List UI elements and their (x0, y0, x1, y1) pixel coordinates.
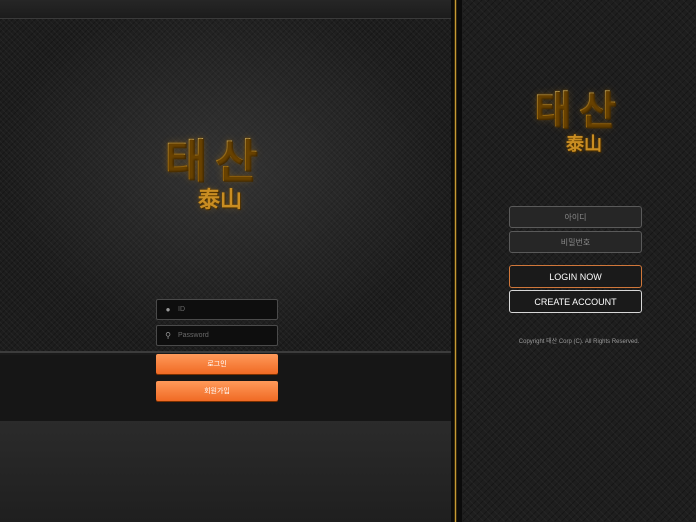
create-account-button[interactable]: CREATE ACCOUNT (509, 290, 642, 313)
password-field[interactable]: 비밀번호 (509, 231, 642, 253)
copyright-text: Copyright 태산 Corp (C). All Rights Reserv… (518, 339, 640, 345)
logo-hangul-right: 태산 (514, 88, 644, 134)
login-now-button[interactable]: LOGIN NOW (509, 265, 642, 288)
left-login-panel: 태산 泰山 ● ID ⚲ Password 로그인 회원가입 (0, 0, 451, 522)
brand-logo-right: 태산 泰山 (514, 88, 644, 156)
logo-hanja-right: 泰山 (566, 134, 602, 155)
password-placeholder: Password (178, 332, 209, 339)
user-icon: ● (165, 305, 171, 314)
top-bar (0, 0, 451, 19)
id-field[interactable]: 아이디 (509, 206, 642, 228)
right-login-panel: 태산 泰山 아이디 비밀번호 LOGIN NOW CREATE ACCOUNT … (462, 0, 696, 522)
brand-logo: 태산 泰山 (140, 135, 290, 213)
key-icon: ⚲ (165, 331, 171, 340)
id-input[interactable]: ● ID (156, 299, 278, 320)
gold-divider (451, 0, 462, 522)
password-input[interactable]: ⚲ Password (156, 325, 278, 346)
logo-hanja: 泰山 (197, 187, 242, 213)
login-button[interactable]: 로그인 (156, 354, 278, 374)
logo-hangul: 태산 (140, 135, 290, 187)
signup-button[interactable]: 회원가입 (156, 381, 278, 401)
id-placeholder: ID (178, 306, 185, 313)
bottom-area (0, 421, 451, 522)
